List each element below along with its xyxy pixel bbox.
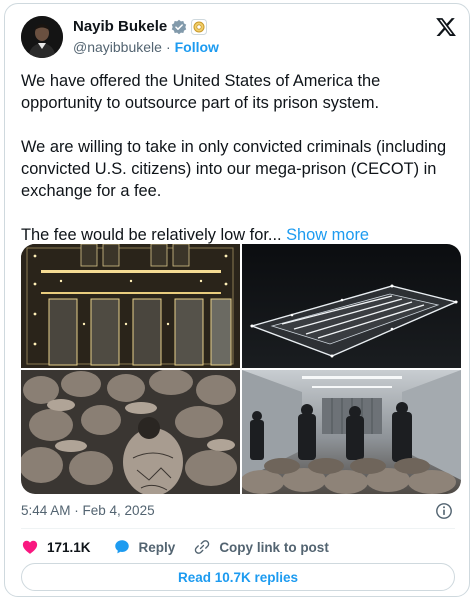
inmates-seated-photo[interactable] (21, 370, 240, 494)
info-icon[interactable] (435, 502, 453, 520)
author-name-row: Nayib Bukele (73, 18, 208, 35)
media-grid (21, 244, 461, 494)
follow-button[interactable]: Follow (175, 39, 219, 55)
divider (21, 528, 455, 529)
author-name[interactable]: Nayib Bukele (73, 18, 167, 35)
like-button[interactable]: 171.1K (21, 538, 91, 556)
show-more-link[interactable]: Show more (286, 226, 369, 244)
reply-label: Reply (138, 539, 176, 555)
tweet-paragraph: The fee would be relatively low for... (21, 226, 282, 244)
tweet-paragraph-truncated: The fee would be relatively low for... S… (21, 224, 453, 246)
verified-badge-icon (172, 19, 187, 34)
prison-aerial-night-photo[interactable] (21, 244, 240, 368)
copy-link-button[interactable]: Copy link to post (193, 538, 329, 556)
prison-complex-lights-photo[interactable] (242, 244, 461, 368)
avatar[interactable] (21, 16, 63, 58)
copy-link-label: Copy link to post (219, 539, 329, 555)
reply-button[interactable]: Reply (113, 538, 176, 556)
tweet-paragraph: We have offered the United States of Ame… (21, 72, 381, 112)
action-bar: 171.1K Reply Copy link to post (21, 536, 329, 558)
tweet-paragraph: We are willing to take in only convicted… (21, 138, 447, 200)
author-handle[interactable]: @nayibbukele (73, 39, 162, 55)
heart-icon (22, 540, 38, 554)
timestamp[interactable]: 5:44 AM · Feb 4, 2025 (21, 503, 155, 518)
link-icon (195, 540, 210, 554)
guards-inmates-hall-photo[interactable] (242, 370, 461, 494)
tweet-text: We have offered the United States of Ame… (21, 70, 453, 246)
x-logo-icon[interactable] (435, 16, 457, 38)
author-handle-row: @nayibbukele · Follow (73, 39, 219, 55)
likes-count: 171.1K (47, 539, 91, 555)
affiliate-badge-icon (191, 18, 208, 35)
reply-bubble-icon (114, 540, 129, 554)
read-replies-button[interactable]: Read 10.7K replies (21, 563, 455, 591)
tweet-card: Nayib Bukele @nayibbukele · Follow We ha… (4, 3, 470, 597)
handle-separator: · (165, 39, 171, 55)
